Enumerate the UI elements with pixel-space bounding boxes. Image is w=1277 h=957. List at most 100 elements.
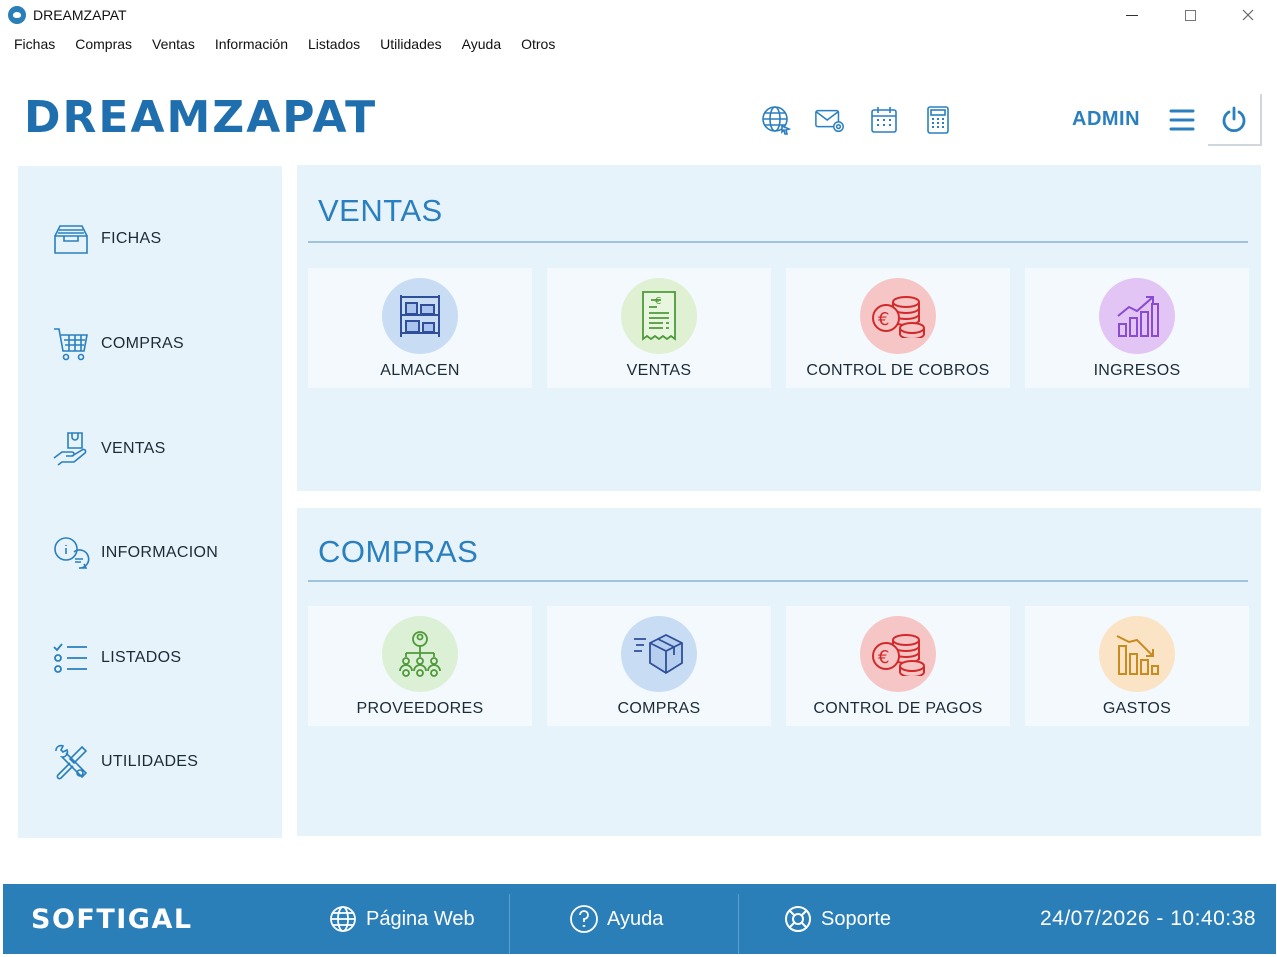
app-window: DREAMZAPAT Fichas Compras Ventas Informa…	[0, 0, 1277, 957]
svg-text:€: €	[878, 647, 889, 668]
calculator-button[interactable]	[922, 104, 954, 136]
warehouse-shelf-icon	[400, 295, 440, 337]
email-button[interactable]	[814, 104, 846, 136]
sidebar-item-ventas[interactable]: VENTAS	[52, 429, 166, 469]
power-button[interactable]	[1208, 94, 1262, 146]
window-title: DREAMZAPAT	[33, 7, 127, 23]
hand-bag-icon	[52, 430, 90, 468]
checklist-icon	[52, 639, 90, 677]
globe-icon	[328, 904, 358, 934]
tile-label: ALMACEN	[380, 362, 460, 379]
menu-ventas[interactable]: Ventas	[142, 36, 205, 52]
sidebar-label: COMPRAS	[101, 335, 184, 352]
brand-logo: DREAMZAPAT	[24, 92, 378, 143]
power-icon	[1222, 106, 1246, 133]
tile-almacen[interactable]: ALMACEN	[308, 268, 532, 388]
tile-gastos[interactable]: GASTOS	[1025, 606, 1249, 726]
close-icon	[1242, 9, 1254, 21]
falling-chart-icon	[1116, 635, 1159, 675]
tile-control-de-cobros[interactable]: € CONTROL DE COBROS	[786, 268, 1010, 388]
ventas-icon-circle: €	[621, 278, 697, 354]
hamburger-icon	[1169, 109, 1195, 131]
tile-ingresos[interactable]: INGRESOS	[1025, 268, 1249, 388]
gastos-icon-circle	[1099, 616, 1175, 692]
maximize-icon	[1184, 9, 1196, 21]
info-chat-icon	[52, 534, 90, 572]
svg-text:€: €	[878, 309, 889, 330]
compras-panel: COMPRAS PROVEEDORES COMPRAS € CONTROL DE…	[297, 508, 1261, 836]
package-icon	[634, 633, 683, 675]
inbox-tray-icon	[52, 220, 90, 258]
tile-label: CONTROL DE COBROS	[806, 362, 990, 379]
rising-chart-icon	[1117, 296, 1159, 337]
euro-coins-icon: €	[872, 634, 925, 676]
sidebar-label: VENTAS	[101, 440, 166, 457]
menu-otros[interactable]: Otros	[511, 36, 565, 52]
datetime-display: 24/07/2026 - 10:40:38	[1039, 907, 1256, 930]
compras-icon-circle	[621, 616, 697, 692]
tile-label: VENTAS	[626, 362, 692, 379]
main-menu-button[interactable]	[1168, 108, 1196, 132]
web-link[interactable]: Página Web	[328, 884, 475, 954]
sidebar-label: LISTADOS	[101, 649, 182, 666]
sidebar: FICHAS COMPRAS VENTAS INFORMACION LISTAD…	[18, 166, 282, 838]
calendar-button[interactable]	[868, 104, 900, 136]
support-link[interactable]: Soporte	[783, 884, 891, 954]
tile-label: COMPRAS	[617, 700, 701, 717]
tile-proveedores[interactable]: PROVEEDORES	[308, 606, 532, 726]
menu-fichas[interactable]: Fichas	[4, 36, 65, 52]
footer-divider	[738, 894, 739, 954]
supplier-network-icon	[399, 631, 441, 677]
sidebar-label: INFORMACION	[101, 544, 219, 561]
tile-compras[interactable]: COMPRAS	[547, 606, 771, 726]
menu-compras[interactable]: Compras	[65, 36, 142, 52]
tile-ventas[interactable]: € VENTAS	[547, 268, 771, 388]
footer-divider	[509, 894, 510, 954]
user-name[interactable]: ADMIN	[1072, 108, 1140, 131]
web-button[interactable]	[760, 104, 792, 136]
tile-control-de-pagos[interactable]: € CONTROL DE PAGOS	[786, 606, 1010, 726]
ventas-title: VENTAS	[318, 193, 443, 228]
footer-bar: SOFTIGAL Página Web Ayuda Soporte 24/07/…	[3, 884, 1276, 954]
sidebar-item-listados[interactable]: LISTADOS	[52, 638, 181, 678]
calculator-icon	[927, 106, 949, 134]
menu-informacion[interactable]: Información	[205, 36, 298, 52]
support-link-label: Soporte	[821, 907, 892, 930]
tile-label: GASTOS	[1102, 700, 1172, 717]
menu-listados[interactable]: Listados	[298, 36, 370, 52]
footer-brand-logo: SOFTIGAL	[31, 904, 193, 935]
cobros-icon-circle: €	[860, 278, 936, 354]
shopping-cart-icon	[52, 325, 90, 363]
calendar-icon	[871, 107, 897, 133]
tile-label: CONTROL DE PAGOS	[813, 700, 983, 717]
ingresos-icon-circle	[1099, 278, 1175, 354]
help-link[interactable]: Ayuda	[569, 884, 663, 954]
support-lifebuoy-icon	[783, 904, 813, 934]
sidebar-item-utilidades[interactable]: UTILIDADES	[52, 742, 198, 782]
proveedores-icon-circle	[382, 616, 458, 692]
euro-coins-icon: €	[872, 296, 925, 338]
maximize-button[interactable]	[1161, 0, 1219, 30]
minimize-icon	[1126, 14, 1138, 16]
close-button[interactable]	[1219, 0, 1277, 30]
globe-icon	[762, 106, 792, 135]
sidebar-item-compras[interactable]: COMPRAS	[52, 324, 184, 364]
tile-label: INGRESOS	[1093, 362, 1181, 379]
pagos-icon-circle: €	[860, 616, 936, 692]
app-logo-icon	[8, 6, 26, 24]
menu-bar: Fichas Compras Ventas Información Listad…	[4, 32, 565, 56]
compras-title: COMPRAS	[318, 534, 479, 569]
sidebar-label: FICHAS	[101, 230, 162, 247]
svg-text:€: €	[655, 296, 661, 307]
ventas-divider	[308, 241, 1248, 243]
title-bar: DREAMZAPAT	[0, 0, 1277, 30]
header-toolbar	[760, 104, 954, 136]
sidebar-item-fichas[interactable]: FICHAS	[52, 219, 161, 259]
menu-ayuda[interactable]: Ayuda	[452, 36, 511, 52]
tile-label: PROVEEDORES	[356, 700, 484, 717]
minimize-button[interactable]	[1103, 0, 1161, 30]
help-link-label: Ayuda	[607, 907, 664, 930]
menu-utilidades[interactable]: Utilidades	[370, 36, 451, 52]
sidebar-item-informacion[interactable]: INFORMACION	[52, 533, 218, 573]
sidebar-label: UTILIDADES	[101, 753, 199, 770]
